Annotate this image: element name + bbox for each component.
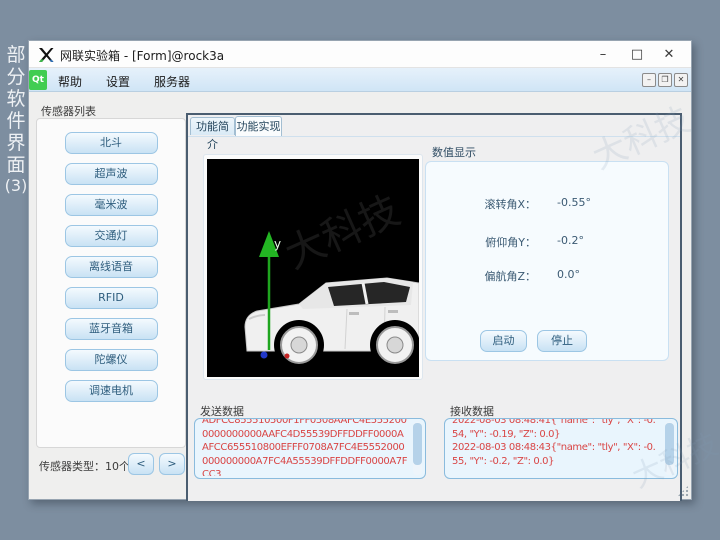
sensor-button-trafficlight[interactable]: 交通灯	[65, 225, 158, 247]
stop-button[interactable]: 停止	[537, 330, 587, 352]
caption-number: (3)	[5, 176, 28, 196]
axis-y-label: y	[274, 237, 281, 251]
menu-item-settings[interactable]: 设置	[102, 72, 134, 91]
menu-bar: Qt 帮助 设置 服务器 – ❐ ✕	[29, 68, 691, 92]
slide-caption: 部 分 软 件 界 面 (3)	[3, 44, 29, 196]
mdi-close-button[interactable]: ✕	[674, 73, 688, 87]
send-data-box[interactable]: ADFCC855510500F1FF0508AAFC4E555200000000…	[194, 418, 426, 479]
caption-char: 分	[6, 66, 25, 88]
window-minimize-button[interactable]: –	[589, 45, 617, 64]
app-logo-icon	[38, 47, 54, 63]
caption-char: 面	[6, 154, 25, 176]
receive-line: 2022-08-03 08:48:43{"name": "tly", "X": …	[452, 441, 661, 468]
sensor-button-ultrasonic[interactable]: 超声波	[65, 163, 158, 185]
car-3d-viewport[interactable]: 大科技	[207, 159, 419, 377]
receive-data-title: 接收数据	[450, 403, 494, 419]
value-display-title: 数值显示	[432, 144, 476, 160]
receive-data-text: 2022-08-03 08:48:41{"name": "tly", "X": …	[452, 419, 661, 476]
axis-origin-x-dot	[285, 354, 290, 359]
app-window: 网联实验箱 - [Form]@rock3a – □ ✕ Qt 帮助 设置 服务器…	[28, 40, 692, 500]
caption-char: 件	[6, 110, 25, 132]
axis-origin-z-dot	[261, 352, 268, 359]
send-scrollbar-thumb[interactable]	[413, 423, 422, 465]
viewer-frame: 大科技	[203, 154, 423, 380]
receive-line: 2022-08-03 08:48:41{"name": "tly", "X": …	[452, 419, 661, 441]
mdi-minimize-button[interactable]: –	[642, 73, 656, 87]
send-data-text: ADFCC855510500F1FF0508AAFC4E555200000000…	[202, 419, 409, 476]
menu-item-help[interactable]: 帮助	[54, 72, 86, 91]
title-bar[interactable]: 网联实验箱 - [Form]@rock3a – □ ✕	[29, 41, 691, 68]
sensor-type-count: 传感器类型：10个	[39, 458, 130, 474]
viewer-watermark: 大科技	[278, 187, 406, 278]
sensor-page-next-button[interactable]: >	[159, 453, 185, 475]
roll-value: -0.55°	[557, 196, 591, 209]
tab-function-impl[interactable]: 功能实现	[235, 116, 282, 136]
receive-scrollbar[interactable]	[665, 422, 674, 475]
sensor-button-rfid[interactable]: RFID	[65, 287, 158, 309]
qt-icon: Qt	[29, 70, 47, 90]
mdi-restore-button[interactable]: ❐	[658, 73, 672, 87]
roll-label: 滚转角X：	[456, 196, 536, 212]
car-body	[245, 278, 419, 370]
start-button[interactable]: 启动	[480, 330, 527, 352]
sensor-button-beidou[interactable]: 北斗	[65, 132, 158, 154]
send-scrollbar[interactable]	[413, 422, 422, 475]
caption-char: 界	[6, 132, 25, 154]
menu-item-server[interactable]: 服务器	[150, 72, 194, 91]
sensor-page-prev-button[interactable]: <	[128, 453, 154, 475]
sensor-button-bluetooth-speaker[interactable]: 蓝牙音箱	[65, 318, 158, 340]
sensor-button-speed-motor[interactable]: 调速电机	[65, 380, 158, 402]
sensor-button-offline-voice[interactable]: 离线语音	[65, 256, 158, 278]
send-data-title: 发送数据	[200, 403, 244, 419]
roll-row: 滚转角X： -0.55°	[426, 196, 668, 214]
sensor-list-panel: 北斗 超声波 毫米波 交通灯 离线语音 RFID 蓝牙音箱 陀螺仪 调速电机	[36, 118, 186, 448]
yaw-value: 0.0°	[557, 268, 580, 281]
caption-char: 部	[6, 44, 25, 66]
sensor-list-title: 传感器列表	[41, 103, 96, 119]
yaw-label: 偏航角Z：	[456, 268, 536, 284]
pitch-label: 俯仰角Y：	[456, 234, 536, 250]
yaw-row: 偏航角Z： 0.0°	[426, 268, 668, 286]
pitch-value: -0.2°	[557, 234, 584, 247]
window-close-button[interactable]: ✕	[655, 45, 683, 64]
form-subwindow: 功能简介 功能实现 大科技	[186, 113, 682, 501]
pitch-row: 俯仰角Y： -0.2°	[426, 234, 668, 252]
screenshot-stage: 部 分 软 件 界 面 (3) 网联实验箱 - [Form]@rock3a – …	[0, 0, 720, 540]
sensor-button-mmwave[interactable]: 毫米波	[65, 194, 158, 216]
receive-data-box[interactable]: 2022-08-03 08:48:41{"name": "tly", "X": …	[444, 418, 678, 479]
value-display-group: 滚转角X： -0.55° 俯仰角Y： -0.2° 偏航角Z： 0.0° 启动 停…	[425, 161, 669, 361]
tab-function-intro[interactable]: 功能简介	[190, 117, 235, 135]
sensor-button-gyroscope[interactable]: 陀螺仪	[65, 349, 158, 371]
window-maximize-button[interactable]: □	[623, 45, 651, 64]
window-title: 网联实验箱 - [Form]@rock3a	[60, 47, 224, 64]
receive-scrollbar-thumb[interactable]	[665, 423, 674, 465]
car-model-image: 大科技	[207, 159, 419, 377]
caption-char: 软	[6, 88, 25, 110]
